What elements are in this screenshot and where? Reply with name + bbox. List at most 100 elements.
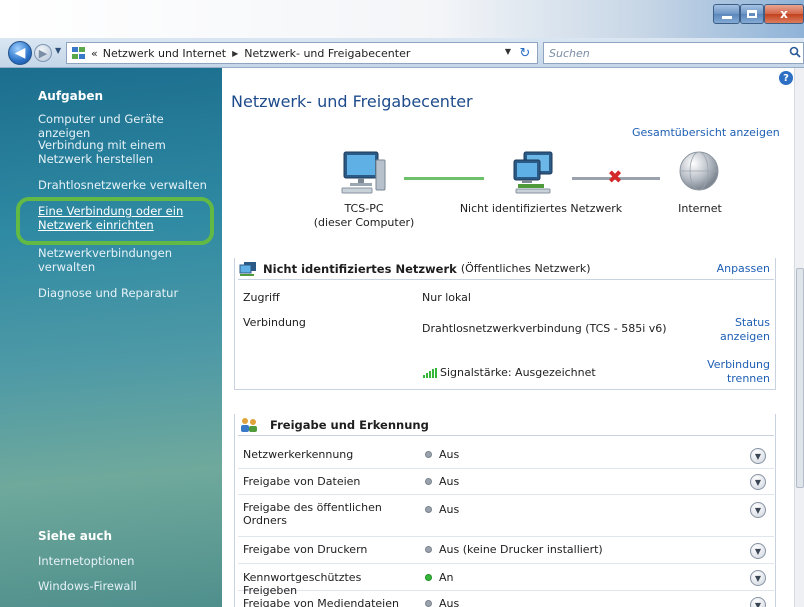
task-diagnose-repair[interactable]: Diagnose und Reparatur — [38, 286, 216, 300]
sharing-row-status: Aus — [425, 597, 459, 607]
sharing-row-label: Freigabe von Dateien — [243, 475, 361, 488]
computer-sub-label: (dieser Computer) — [313, 216, 415, 229]
sharing-row-status: Aus — [425, 503, 459, 516]
network-map-label: Nicht identifiziertes Netzwerk — [459, 202, 623, 215]
signal-strength-text: Signalstärke: Ausgezeichnet — [440, 366, 596, 379]
expand-button[interactable]: ▼ — [750, 448, 766, 464]
navigation-bar: ◀ ▶ ▼ « Netzwerk und Internet ▶ Netzwerk… — [0, 38, 804, 68]
view-status-line2: anzeigen — [719, 330, 770, 343]
sharing-row: Kennwortgeschütztes Freigeben An ▼ — [238, 564, 774, 597]
access-label: Zugriff — [243, 291, 280, 304]
back-arrow-icon: ◀ — [14, 45, 26, 61]
status-off-dot-icon — [425, 478, 432, 485]
sharing-row-status-text: Aus (keine Drucker installiert) — [439, 543, 603, 556]
see-also-heading: Siehe auch — [38, 529, 113, 543]
network-section-header: Nicht identifiziertes Netzwerk (Öffentli… — [238, 258, 774, 280]
sharing-row-status-text: An — [439, 571, 454, 584]
sharing-row-status-text: Aus — [439, 475, 460, 488]
sharing-row-label: Freigabe von Mediendateien — [243, 597, 399, 607]
sharing-row-status-text: Aus — [439, 597, 460, 607]
sharing-row: Netzwerkerkennung Aus ▼ — [238, 444, 774, 469]
close-button[interactable]: x — [764, 4, 804, 24]
tasks-heading: Aufgaben — [38, 89, 104, 103]
caption-buttons: x — [713, 4, 804, 24]
view-status-line1: Status — [734, 316, 770, 329]
network-type: (Öffentliches Netzwerk) — [460, 262, 591, 275]
status-on-dot-icon — [425, 574, 432, 581]
expand-button[interactable]: ▼ — [750, 597, 766, 607]
sharing-row: Freigabe des öffentlichen Ordners Aus ▼ — [238, 495, 774, 537]
sharing-row-status: An — [425, 571, 454, 584]
vertical-scrollbar[interactable] — [794, 68, 804, 607]
task-manage-wireless[interactable]: Drahtlosnetzwerke verwalten — [38, 178, 216, 192]
sharing-row-status-text: Aus — [439, 503, 460, 516]
expand-button[interactable]: ▼ — [750, 502, 766, 518]
access-value: Nur lokal — [422, 291, 471, 304]
internet-globe-icon — [679, 151, 719, 191]
network-folder-icon — [71, 46, 87, 60]
no-connection-x-icon: ✖ — [607, 167, 623, 188]
search-box[interactable] — [543, 42, 804, 64]
computer-icon — [341, 151, 386, 194]
status-off-dot-icon — [425, 546, 432, 553]
sharing-row-label: Freigabe von Druckern — [243, 543, 368, 556]
chevron-down-icon: ▼ — [754, 505, 762, 515]
sharing-row-label: Netzwerkerkennung — [243, 448, 354, 461]
task-connect-network[interactable]: Verbindung mit einem Netzwerk herstellen — [38, 138, 198, 166]
minimize-button[interactable] — [713, 4, 740, 24]
task-manage-connections[interactable]: Netzwerkverbindungen verwalten — [38, 246, 188, 274]
forward-button[interactable]: ▶ — [34, 44, 52, 62]
help-icon[interactable]: ? — [779, 71, 793, 85]
link-internet-options[interactable]: Internetoptionen — [38, 554, 216, 568]
breadcrumb-item-netzwerk-internet[interactable]: Netzwerk und Internet — [103, 47, 226, 60]
task-pane: Aufgaben Computer und Geräte anzeigen Ve… — [0, 68, 222, 607]
status-off-dot-icon — [425, 451, 432, 458]
breadcrumb-separator-icon[interactable]: ▶ — [232, 49, 238, 58]
recent-pages-dropdown-icon[interactable]: ▼ — [55, 46, 61, 55]
network-name: Nicht identifiziertes Netzwerk — [263, 261, 457, 276]
full-map-link[interactable]: Gesamtübersicht anzeigen — [632, 126, 780, 139]
sharing-icon — [241, 417, 257, 432]
breadcrumb-prefix[interactable]: « — [91, 47, 98, 60]
chevron-down-icon: ▼ — [754, 477, 762, 487]
expand-button[interactable]: ▼ — [750, 474, 766, 490]
disconnect-line1: Verbindung — [707, 358, 770, 371]
minimize-icon — [721, 15, 732, 19]
link-windows-firewall[interactable]: Windows-Firewall — [38, 579, 216, 593]
scrollbar-thumb[interactable] — [796, 268, 804, 488]
task-show-computers[interactable]: Computer und Geräte anzeigen — [38, 112, 216, 140]
expand-button[interactable]: ▼ — [750, 570, 766, 586]
signal-strength: Signalstärke: Ausgezeichnet — [422, 366, 596, 379]
maximize-icon — [747, 10, 757, 18]
back-button[interactable]: ◀ — [8, 41, 32, 65]
chevron-down-icon: ▼ — [754, 600, 762, 607]
search-input[interactable] — [544, 43, 764, 63]
page-title: Netzwerk- und Freigabecenter — [231, 92, 473, 111]
disconnect-line2: trennen — [726, 372, 770, 385]
task-setup-connection[interactable]: Eine Verbindung oder ein Netzwerk einric… — [38, 204, 198, 232]
customize-link[interactable]: Anpassen — [717, 262, 770, 275]
address-bar[interactable]: « Netzwerk und Internet ▶ Netzwerk- und … — [66, 42, 538, 64]
connection-line — [404, 177, 484, 180]
maximize-button[interactable] — [740, 4, 764, 24]
connection-value: Drahtlosnetzwerkverbindung (TCS - 585i v… — [422, 322, 667, 335]
sharing-row: Freigabe von Dateien Aus ▼ — [238, 469, 774, 495]
refresh-icon[interactable]: ↻ — [516, 45, 534, 61]
forward-arrow-icon: ▶ — [38, 46, 48, 60]
close-icon: x — [780, 7, 788, 21]
connection-label: Verbindung — [243, 316, 306, 329]
disconnect-link[interactable]: Verbindung trennen — [690, 358, 770, 386]
network-icon — [513, 151, 553, 194]
expand-button[interactable]: ▼ — [750, 543, 766, 559]
network-section-icon — [239, 261, 256, 276]
status-off-dot-icon — [425, 600, 432, 607]
internet-label: Internet — [678, 202, 722, 215]
sharing-row-status: Aus (keine Drucker installiert) — [425, 543, 603, 556]
view-status-link[interactable]: Status anzeigen — [698, 316, 770, 344]
sharing-row-status-text: Aus — [439, 448, 460, 461]
title-bar: x — [0, 0, 804, 38]
breadcrumb-item-freigabecenter[interactable]: Netzwerk- und Freigabecenter — [244, 47, 410, 60]
address-dropdown-icon[interactable]: ▼ — [505, 47, 511, 56]
search-icon[interactable] — [789, 46, 801, 58]
chevron-down-icon: ▼ — [754, 573, 762, 583]
